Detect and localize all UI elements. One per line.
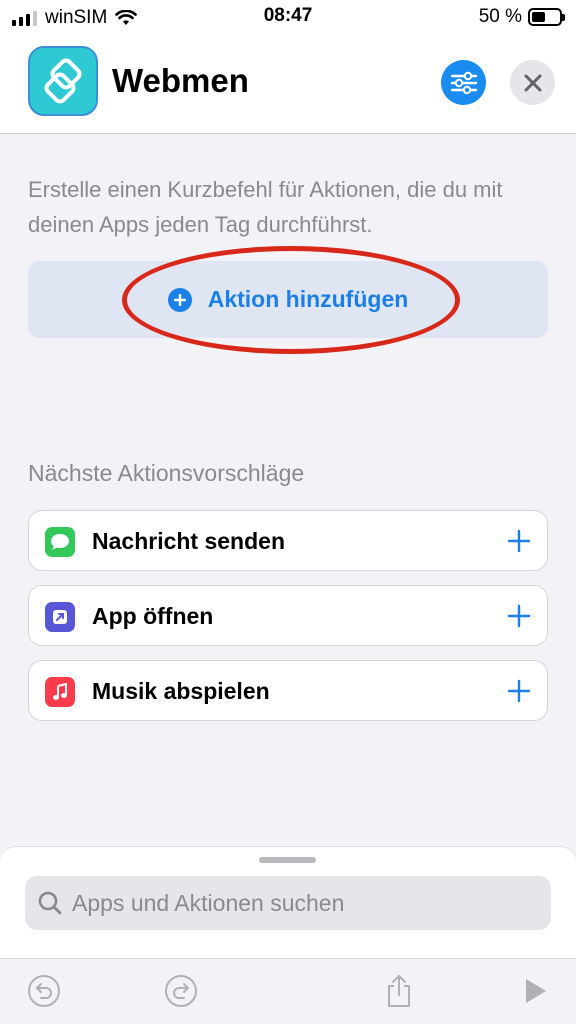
add-action-button[interactable]: Aktion hinzufügen [28, 261, 548, 338]
suggestions-title: Nächste Aktionsvorschläge [28, 460, 305, 486]
suggestion-play-music[interactable]: Musik abspielen [28, 660, 548, 721]
search-input[interactable]: Apps und Aktionen suchen [25, 876, 551, 930]
redo-icon [165, 975, 197, 1007]
battery-fill [532, 12, 545, 22]
editor-description: Erstelle einen Kurzbefehl für Aktionen, … [28, 177, 503, 237]
action-search-sheet: Apps und Aktionen suchen [0, 846, 576, 958]
close-button[interactable] [510, 60, 555, 105]
add-icon[interactable] [507, 675, 531, 707]
add-action-label: Aktion hinzufügen [207, 286, 409, 312]
redo-button[interactable] [163, 973, 199, 1009]
status-right: 50 % [478, 6, 565, 28]
sheet-grabber[interactable] [259, 857, 316, 863]
battery-percent: 50 % [478, 6, 522, 27]
suggestion-open-app[interactable]: App öffnen [28, 585, 548, 646]
run-button[interactable] [517, 973, 553, 1009]
battery-icon [528, 8, 565, 26]
undo-button[interactable] [26, 973, 62, 1009]
share-icon [388, 975, 410, 1007]
share-button[interactable] [381, 973, 417, 1009]
shortcut-header: Webmen [0, 36, 576, 134]
suggestion-send-message[interactable]: Nachricht senden [28, 510, 548, 571]
status-bar: winSIM 08:47 50 % [0, 0, 576, 36]
close-icon [524, 74, 541, 91]
suggestion-label: Nachricht senden [92, 528, 285, 554]
open-app-icon [45, 602, 75, 632]
search-placeholder: Apps und Aktionen suchen [72, 890, 345, 916]
undo-icon [28, 975, 60, 1007]
suggestion-label: App öffnen [92, 603, 214, 629]
editor-toolbar [0, 958, 576, 1024]
search-icon [38, 891, 62, 915]
suggestion-label: Musik abspielen [92, 678, 270, 704]
messages-icon [45, 527, 75, 557]
add-icon[interactable] [507, 525, 531, 557]
add-icon[interactable] [507, 600, 531, 632]
music-icon [45, 677, 75, 707]
shortcut-title[interactable]: Webmen [112, 62, 249, 100]
sliders-icon [450, 71, 477, 94]
plus-circle-icon [167, 287, 192, 312]
play-icon [526, 979, 546, 1003]
shortcuts-icon[interactable] [28, 46, 98, 116]
settings-button[interactable] [441, 60, 486, 105]
